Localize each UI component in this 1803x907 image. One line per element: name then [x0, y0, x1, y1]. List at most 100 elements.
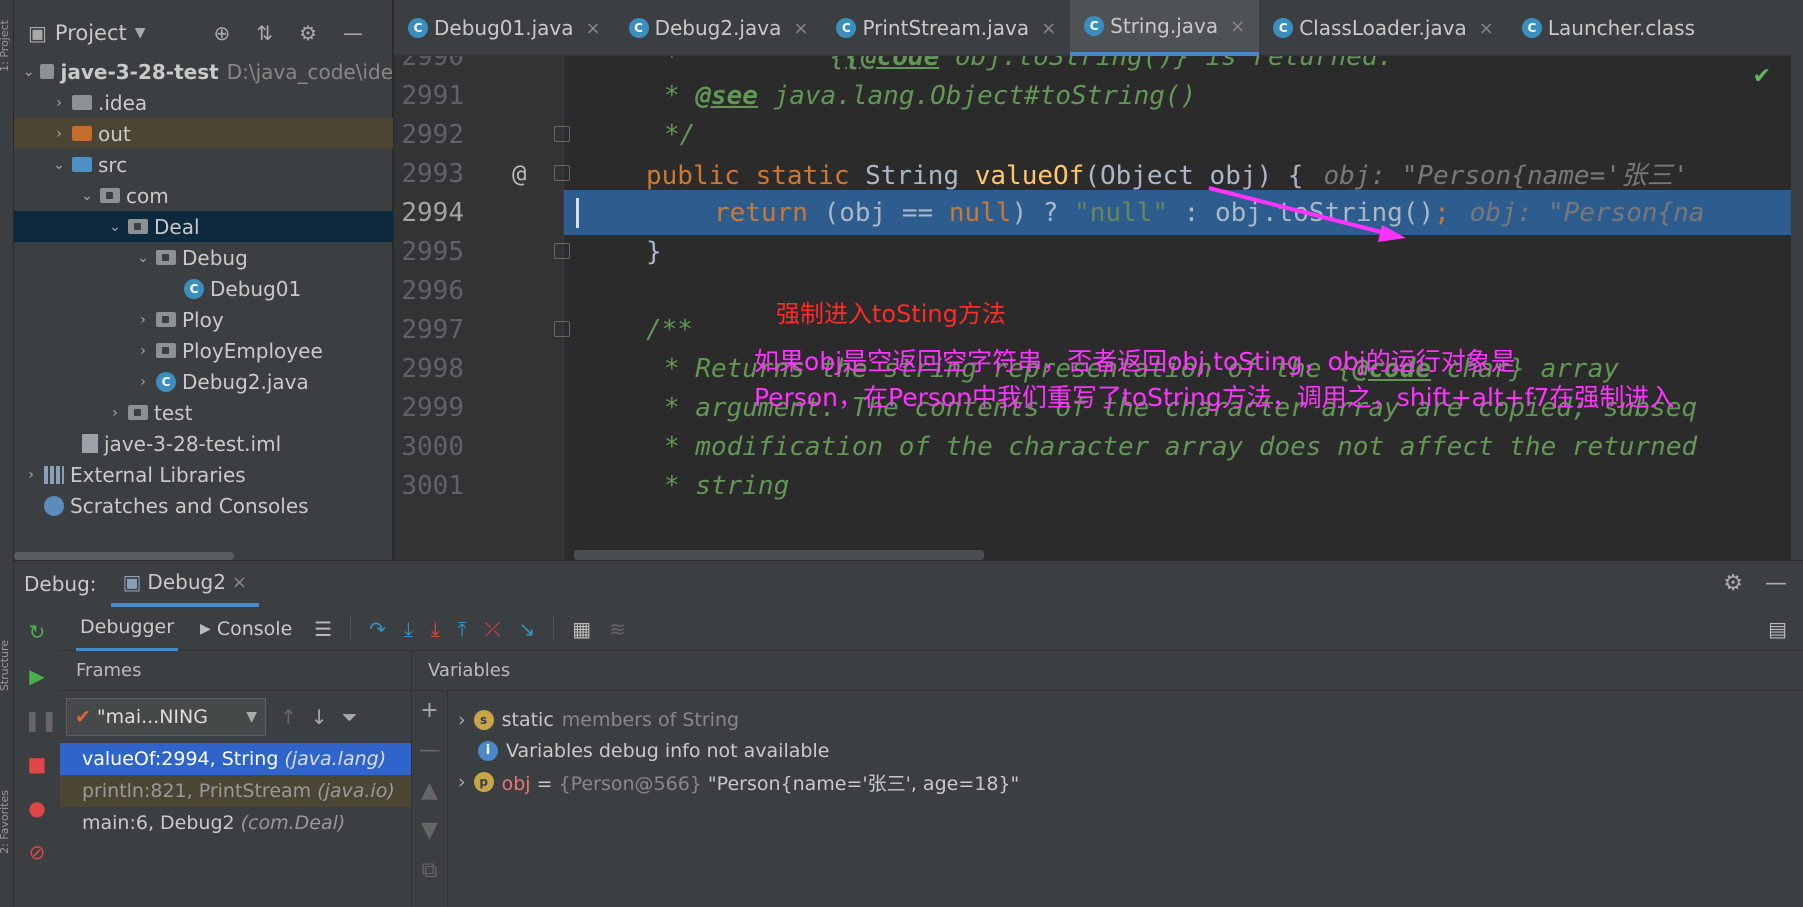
chevron-right-icon[interactable]: ›: [106, 405, 124, 421]
frame-item[interactable]: main:6, Debug2 (com.Deal): [60, 807, 411, 839]
remove-watch-icon[interactable]: —: [412, 731, 447, 771]
variable-row[interactable]: › s static members of String: [458, 705, 739, 735]
tree-item-label: com: [126, 183, 169, 208]
tab-string-java[interactable]: C String.java ×: [1070, 0, 1260, 56]
close-icon[interactable]: ×: [793, 18, 808, 39]
frame-item[interactable]: valueOf:2994, String (java.lang): [60, 743, 411, 775]
chevron-down-icon[interactable]: ⌄: [50, 157, 68, 173]
chevron-down-icon[interactable]: ⌄: [134, 250, 152, 266]
step-out-icon[interactable]: ⤒: [458, 617, 467, 641]
close-icon[interactable]: ×: [585, 18, 600, 39]
step-into-icon[interactable]: ⤓: [404, 617, 413, 641]
tree-item-label: src: [98, 152, 128, 177]
rerun-icon[interactable]: ↻: [24, 619, 50, 645]
chevron-right-icon[interactable]: ›: [458, 709, 466, 731]
favorites-tool-label[interactable]: 2: Favorites: [0, 790, 11, 854]
force-step-into-icon[interactable]: ⤓: [431, 617, 440, 641]
minimize-icon[interactable]: —: [1765, 571, 1787, 596]
project-panel-title[interactable]: Project: [55, 21, 127, 45]
add-watch-icon[interactable]: +: [412, 691, 447, 731]
close-icon[interactable]: ×: [1479, 18, 1494, 39]
locate-icon[interactable]: ⊕: [214, 21, 231, 45]
filter-icon[interactable]: ⏷: [342, 705, 358, 729]
frame-item[interactable]: println:821, PrintStream (java.io): [60, 775, 411, 807]
tab-launcher-class[interactable]: C Launcher.class: [1508, 0, 1709, 56]
close-icon[interactable]: ×: [1041, 18, 1056, 39]
tree-item-ployemployee[interactable]: › PloyEmployee: [14, 335, 393, 366]
chevron-down-icon[interactable]: ▼: [135, 25, 146, 41]
java-class-icon: C: [1084, 16, 1105, 36]
minimize-icon[interactable]: —: [343, 21, 363, 45]
close-icon[interactable]: ×: [1230, 16, 1245, 37]
project-tool-label[interactable]: 1: Project: [0, 20, 11, 72]
tab-console[interactable]: ▶ Console: [196, 607, 296, 651]
close-icon[interactable]: ×: [232, 572, 247, 593]
variable-row[interactable]: › p obj = {Person@566} "Person{name='张三'…: [458, 767, 1019, 797]
thread-select[interactable]: ✔ "mai...NING ▼: [66, 698, 266, 736]
move-up-icon[interactable]: ▲: [412, 771, 447, 811]
evaluate-expression-icon[interactable]: ▦: [572, 617, 591, 641]
move-down-icon[interactable]: ▼: [412, 811, 447, 851]
tree-item-external-libraries[interactable]: › External Libraries: [14, 459, 393, 490]
gear-icon[interactable]: ⚙: [299, 21, 317, 45]
mute-breakpoints-icon[interactable]: ⊘: [24, 839, 50, 865]
chevron-right-icon[interactable]: ›: [134, 374, 152, 390]
tree-item-debug[interactable]: ⌄ Debug: [14, 242, 393, 273]
chevron-down-icon[interactable]: ⌄: [106, 219, 124, 235]
copy-icon[interactable]: ⧉: [412, 851, 447, 891]
tree-item-debug2-java[interactable]: › C Debug2.java: [14, 366, 393, 397]
chevron-down-icon[interactable]: ⌄: [78, 188, 96, 204]
code-text: * modification of the character array do…: [664, 431, 1698, 462]
horizontal-scrollbar[interactable]: [14, 552, 234, 560]
code-editor[interactable]: 2990 * {{@code obj.toString()} is returne…: [394, 56, 1791, 560]
tab-classloader-java[interactable]: C ClassLoader.java ×: [1259, 0, 1508, 56]
arrow-down-icon[interactable]: ↓: [311, 705, 328, 729]
tree-item-label: External Libraries: [70, 462, 246, 487]
tree-item-deal[interactable]: ⌄ Deal: [14, 211, 393, 242]
collapse-all-icon[interactable]: ⇅: [256, 21, 273, 45]
arrow-up-icon[interactable]: ↑: [280, 705, 297, 729]
gear-icon[interactable]: ⚙: [1723, 571, 1743, 596]
chevron-right-icon[interactable]: ›: [22, 467, 40, 483]
tree-item-out[interactable]: › out: [14, 118, 393, 149]
right-tool-strip: [1791, 0, 1803, 560]
chevron-right-icon[interactable]: ›: [50, 95, 68, 111]
run-to-cursor-icon[interactable]: ↘: [519, 617, 536, 641]
tree-item-idea[interactable]: › .idea: [14, 87, 393, 118]
drop-frame-icon[interactable]: ⤫: [485, 617, 501, 641]
tree-item-iml[interactable]: jave-3-28-test.iml: [14, 428, 393, 459]
pause-icon[interactable]: ❚❚: [24, 707, 58, 733]
tree-item-src[interactable]: ⌄ src: [14, 149, 393, 180]
tab-printstream-java[interactable]: C PrintStream.java ×: [822, 0, 1070, 56]
tree-item-scratches[interactable]: Scratches and Consoles: [14, 490, 393, 521]
project-path: D:\java_code\ide: [226, 59, 393, 84]
chevron-down-icon[interactable]: ⌄: [22, 64, 36, 80]
java-class-icon: C: [836, 18, 857, 38]
tab-debug01-java[interactable]: C Debug01.java ×: [394, 0, 615, 56]
debug-session-tab[interactable]: ▣ Debug2 ×: [110, 561, 260, 607]
tree-item-com[interactable]: ⌄ com: [14, 180, 393, 211]
tab-debugger-label: Debugger: [80, 616, 175, 638]
tree-item-test[interactable]: › test: [14, 397, 393, 428]
trace-icon[interactable]: ≋: [609, 617, 626, 641]
structure-tool-label[interactable]: Structure: [0, 640, 11, 691]
source-folder-icon: [72, 157, 92, 172]
chevron-right-icon[interactable]: ›: [134, 312, 152, 328]
tree-item-ploy[interactable]: › Ploy: [14, 304, 393, 335]
chevron-right-icon[interactable]: ›: [50, 126, 68, 142]
editor-tabs: C Debug01.java × C Debug2.java × C Print…: [394, 0, 1791, 56]
tab-debugger[interactable]: Debugger: [76, 607, 179, 651]
editor-horizontal-scrollbar[interactable]: [574, 550, 984, 560]
inspection-ok-icon[interactable]: ✔: [1753, 64, 1771, 89]
tree-item-project-root[interactable]: ⌄ jave-3-28-test D:\java_code\ide: [14, 56, 393, 87]
layout-icon[interactable]: ☰: [314, 617, 332, 641]
view-breakpoints-icon[interactable]: ●: [24, 795, 50, 821]
tab-debug2-java[interactable]: C Debug2.java ×: [615, 0, 823, 56]
chevron-right-icon[interactable]: ›: [134, 343, 152, 359]
stop-icon[interactable]: ■: [24, 751, 50, 777]
chevron-right-icon[interactable]: ›: [458, 771, 466, 793]
tree-item-debug01[interactable]: C Debug01: [14, 273, 393, 304]
resume-icon[interactable]: ▶: [24, 663, 50, 689]
restore-layout-icon[interactable]: ▤: [1768, 617, 1787, 641]
step-over-icon[interactable]: ↷: [369, 617, 386, 641]
